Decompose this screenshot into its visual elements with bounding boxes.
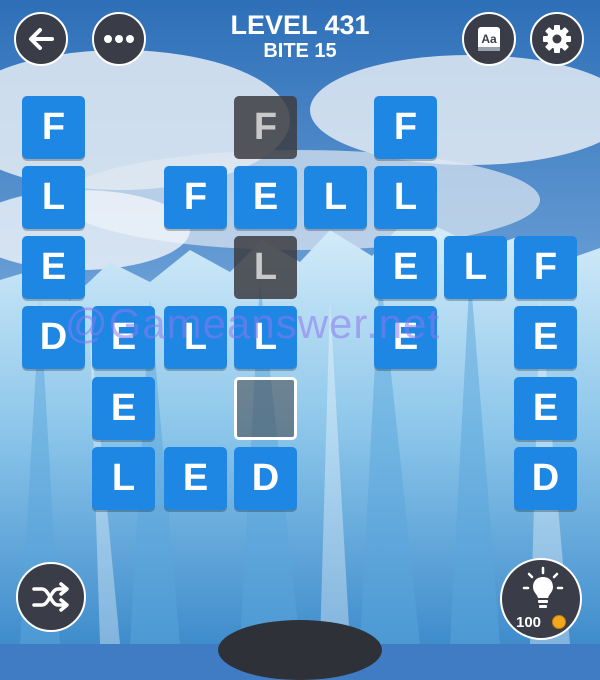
grid-tile: E [234,166,297,229]
grid-tile: E [514,306,577,369]
coin-icon [552,615,566,629]
watermark: @Gameanswer.net [65,300,441,347]
grid-tile: L [22,166,85,229]
letter-wheel-edge[interactable] [218,620,382,680]
grid-tile: D [514,447,577,510]
grid-tile: E [374,236,437,299]
grid-tile: D [234,447,297,510]
grid-tile: F [374,96,437,159]
level-title: LEVEL 431 [230,10,370,40]
grid-tile: E [514,377,577,440]
level-header: LEVEL 431 BITE 15 [0,10,600,62]
grid-tile: F [164,166,227,229]
grid-tile: E [22,236,85,299]
grid-tile: L [444,236,507,299]
grid-tile: F [514,236,577,299]
grid-tile: L [374,166,437,229]
bite-subtitle: BITE 15 [263,40,337,62]
grid-tile: F [22,96,85,159]
grid-tile: L [234,236,297,299]
grid-tile [234,377,297,440]
shuffle-button[interactable] [16,562,86,632]
hint-button[interactable]: 100 [500,558,582,640]
grid-tile: E [164,447,227,510]
grid-tile: L [92,447,155,510]
grid-tile: F [234,96,297,159]
hint-cost: 100 [516,614,542,631]
lightbulb-icon [522,566,564,608]
shuffle-icon [32,582,69,612]
grid-tile: E [92,377,155,440]
grid-tile: L [304,166,367,229]
